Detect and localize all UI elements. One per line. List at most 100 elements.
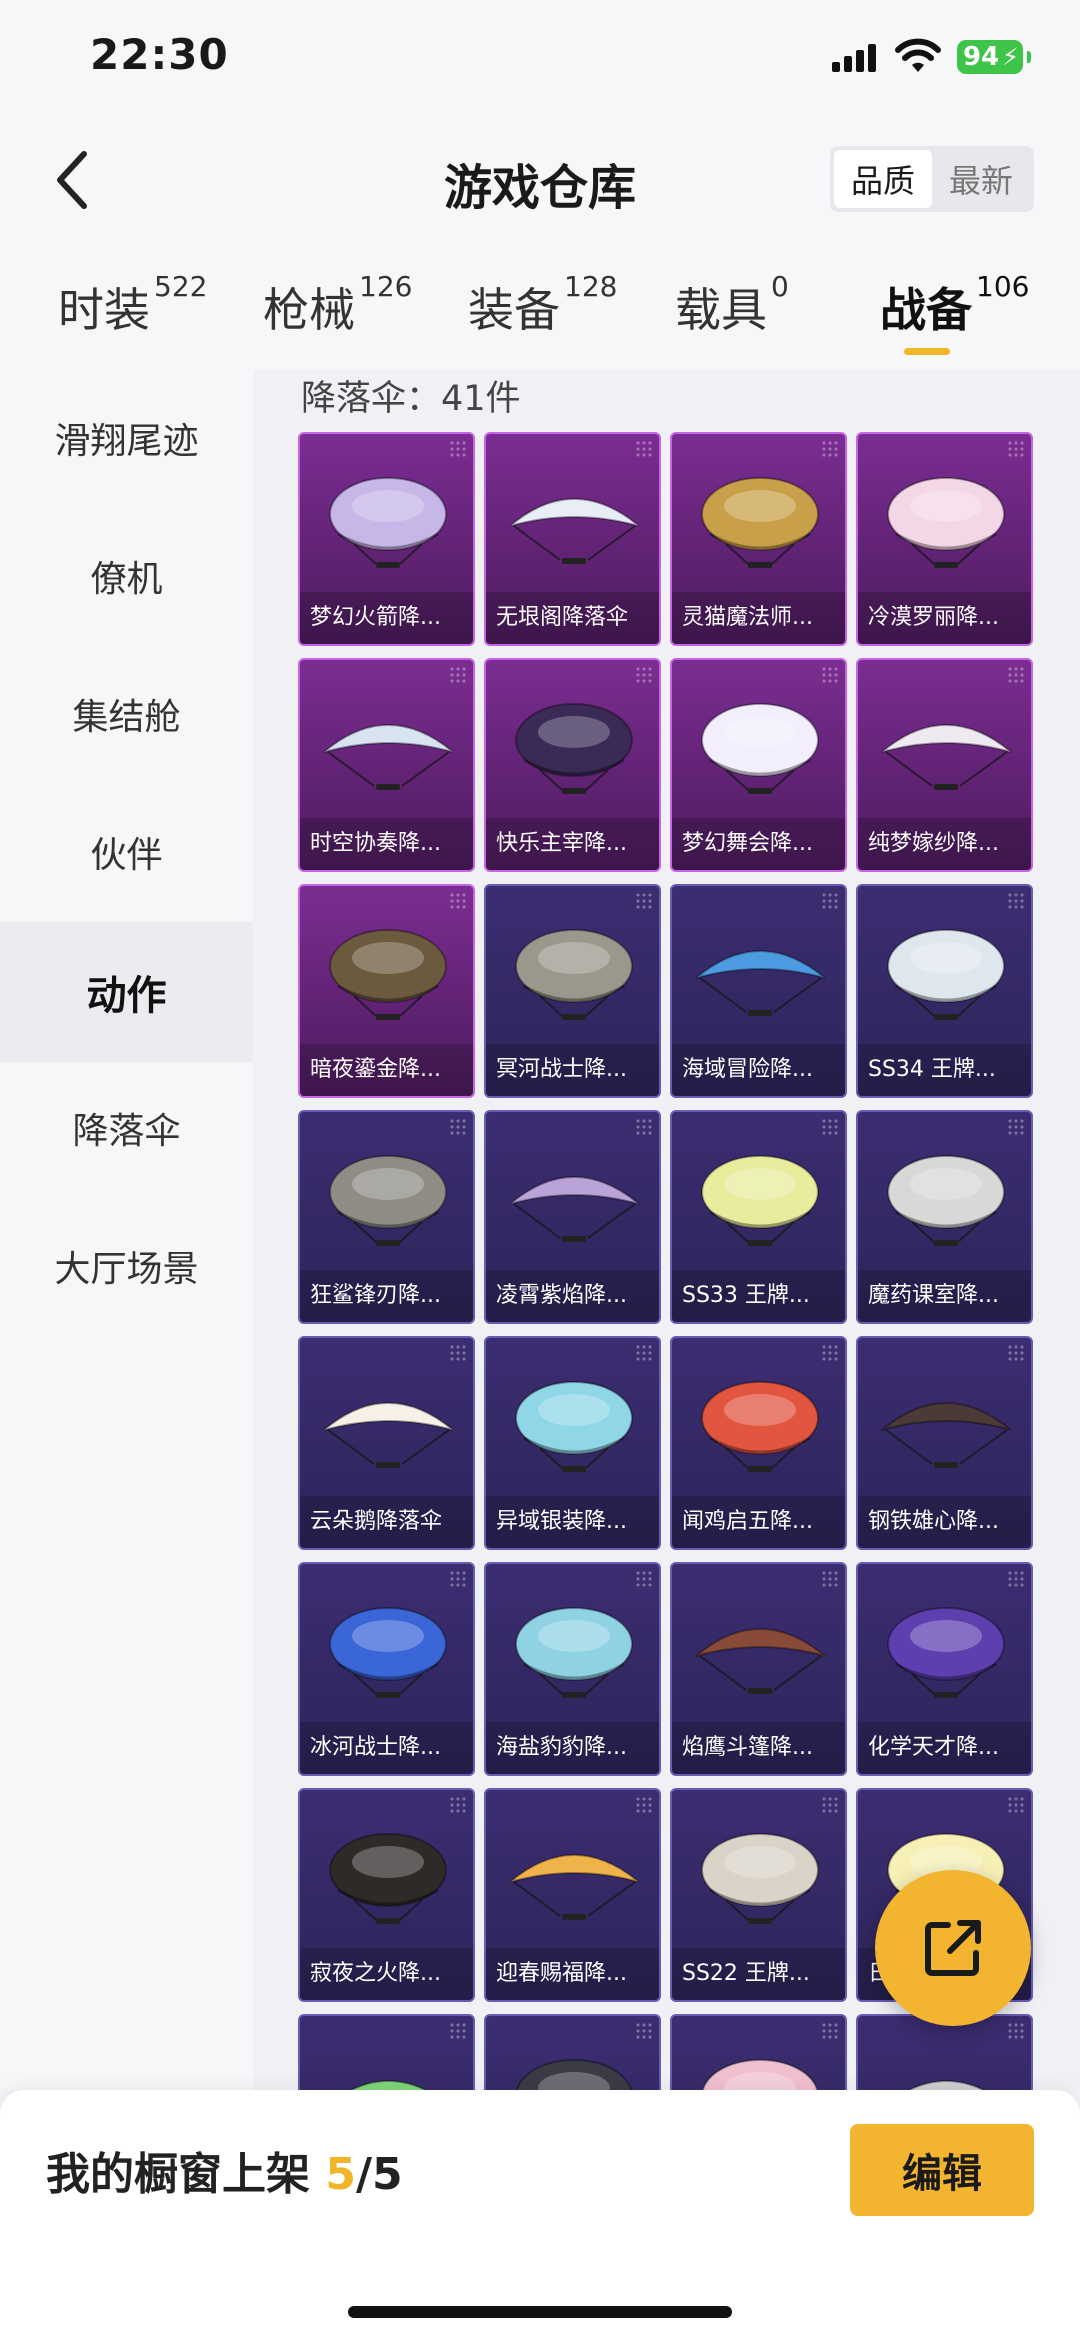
charging-bolt-icon: ⚡ xyxy=(1002,43,1019,71)
parachute-card[interactable]: 快乐主宰降... xyxy=(484,658,661,872)
parachute-icon xyxy=(701,1381,819,1472)
header: 游戏仓库 品质 最新 xyxy=(0,120,1080,240)
tab-fashion[interactable]: 时装 522 xyxy=(58,270,207,340)
parachute-card-name: 无垠阁降落伞 xyxy=(486,592,659,644)
item-content-area[interactable]: 降落伞：41件 梦幻火箭降... 无垠阁降落伞 灵猫魔法师... 冷漠罗丽降... 时空… xyxy=(253,370,1080,2090)
parachute-card[interactable]: 魔药课室降... xyxy=(856,1110,1033,1324)
bottom-bar: 我的橱窗上架 5/5 编辑 xyxy=(0,2090,1080,2339)
parachute-card[interactable]: 冰河战士降... xyxy=(298,1562,475,1776)
parachute-card[interactable]: 云朵鹅降落伞 xyxy=(298,1336,475,1550)
parachute-card[interactable]: 凌霄紫焰降... xyxy=(484,1110,661,1324)
sort-by-quality[interactable]: 品质 xyxy=(834,150,932,208)
parachute-card-name: 纯梦嫁纱降... xyxy=(858,818,1031,870)
parachute-card[interactable]: SS22 王牌... xyxy=(670,1788,847,2002)
sidebar-item-parachute[interactable]: 降落伞 xyxy=(0,1082,253,1174)
parachute-card[interactable]: SS34 王牌... xyxy=(856,884,1033,1098)
tab-label: 时装 xyxy=(58,283,150,337)
parachute-card[interactable]: 梦幻舞会降... xyxy=(670,658,847,872)
tab-firearms[interactable]: 枪械 126 xyxy=(263,270,412,340)
parachute-card[interactable]: 冷漠罗丽降... xyxy=(856,432,1033,646)
sort-by-newest[interactable]: 最新 xyxy=(932,150,1030,208)
card-corner-decoration xyxy=(635,1344,653,1362)
parachute-card[interactable]: 无垠阁降落伞 xyxy=(484,432,661,646)
tab-readiness[interactable]: 战备 106 xyxy=(880,270,1029,340)
parachute-icon xyxy=(515,2059,633,2090)
parachute-card[interactable]: 闻鸡启五降... xyxy=(670,1336,847,1550)
parachute-card-name: 云朵鹅降落伞 xyxy=(300,1496,473,1548)
sidebar-item-wingman[interactable]: 僚机 xyxy=(0,530,253,622)
tab-count: 522 xyxy=(154,270,208,303)
card-corner-decoration xyxy=(1007,2022,1025,2040)
sidebar-item-partner[interactable]: 伙伴 xyxy=(0,806,253,898)
tab-equipment[interactable]: 装备 128 xyxy=(468,270,617,340)
parachute-card[interactable]: 迎春赐福降... xyxy=(484,1788,661,2002)
card-corner-decoration xyxy=(821,666,839,684)
parachute-card-name: SS34 王牌... xyxy=(858,1044,1031,1096)
card-corner-decoration xyxy=(449,1118,467,1136)
tab-label: 装备 xyxy=(468,283,560,337)
status-time: 22:30 xyxy=(90,30,229,79)
parachute-card[interactable]: 梦幻火箭降... xyxy=(298,432,475,646)
parachute-icon xyxy=(515,703,633,794)
parachute-card[interactable]: 海盐豹豹降... xyxy=(484,1562,661,1776)
share-button[interactable] xyxy=(875,1870,1031,2026)
card-corner-decoration xyxy=(449,2022,467,2040)
card-corner-decoration xyxy=(821,892,839,910)
parachute-card[interactable]: 纯梦嫁纱降... xyxy=(856,658,1033,872)
category-tabs: 时装 522 枪械 126 装备 128 载具 0 战备 106 xyxy=(0,240,1080,370)
parachute-card-name: 狂鲨锋刃降... xyxy=(300,1270,473,1322)
card-corner-decoration xyxy=(821,1344,839,1362)
parachute-card-name: 灵猫魔法师... xyxy=(672,592,845,644)
parachute-card[interactable]: 冥河战士降... xyxy=(484,884,661,1098)
wifi-icon xyxy=(895,38,941,72)
card-corner-decoration xyxy=(449,1570,467,1588)
parachute-icon xyxy=(515,1607,633,1698)
card-corner-decoration xyxy=(635,440,653,458)
battery-level: 94 xyxy=(963,42,1000,72)
parachute-card-name: 化学天才降... xyxy=(858,1722,1031,1774)
active-tab-indicator xyxy=(904,348,950,355)
parachute-card-name: 梦幻火箭降... xyxy=(300,592,473,644)
card-corner-decoration xyxy=(821,1796,839,1814)
parachute-card[interactable]: 寂夜之火降... xyxy=(298,1788,475,2002)
parachute-icon xyxy=(701,703,819,794)
sidebar-item-glide-trail[interactable]: 滑翔尾迹 xyxy=(0,392,253,484)
card-corner-decoration xyxy=(449,892,467,910)
parachute-card[interactable]: 异域银装降... xyxy=(484,1336,661,1550)
parachute-card[interactable]: 灵猫魔法师... xyxy=(670,432,847,646)
parachute-icon xyxy=(701,477,819,568)
parachute-card[interactable]: SS33 王牌... xyxy=(670,1110,847,1324)
parachute-card[interactable]: 狂鲨锋刃降... xyxy=(298,1110,475,1324)
parachute-card-name: 冰河战士降... xyxy=(300,1722,473,1774)
parachute-card[interactable]: 海域冒险降... xyxy=(670,884,847,1098)
parachute-icon xyxy=(887,1607,1005,1698)
tab-count: 126 xyxy=(359,270,413,303)
parachute-card[interactable]: 时空协奏降... xyxy=(298,658,475,872)
parachute-card[interactable] xyxy=(670,2014,847,2090)
parachute-card[interactable]: 钢铁雄心降... xyxy=(856,1336,1033,1550)
parachute-card[interactable]: 焰鹰斗篷降... xyxy=(670,1562,847,1776)
card-corner-decoration xyxy=(635,2022,653,2040)
tab-vehicles[interactable]: 载具 0 xyxy=(675,270,789,340)
battery-indicator: 94 ⚡ xyxy=(957,40,1031,74)
card-corner-decoration xyxy=(821,2022,839,2040)
parachute-card[interactable]: 暗夜鎏金降... xyxy=(298,884,475,1098)
card-corner-decoration xyxy=(635,666,653,684)
card-corner-decoration xyxy=(449,1344,467,1362)
parachute-card[interactable] xyxy=(298,2014,475,2090)
sidebar-item-action[interactable]: 动作 xyxy=(0,922,253,1062)
parachute-card-name: 海域冒险降... xyxy=(672,1044,845,1096)
parachute-icon xyxy=(881,1402,1012,1468)
parachute-card[interactable] xyxy=(484,2014,661,2090)
parachute-card-name: 冥河战士降... xyxy=(486,1044,659,1096)
card-corner-decoration xyxy=(635,1118,653,1136)
parachute-icon xyxy=(701,1155,819,1246)
home-indicator xyxy=(348,2306,732,2318)
sidebar: 滑翔尾迹 僚机 集结舱 伙伴 动作 降落伞 大厅场景 xyxy=(0,370,253,2090)
parachute-card-name: 寂夜之火降... xyxy=(300,1948,473,2000)
sidebar-item-assembly-pod[interactable]: 集结舱 xyxy=(0,668,253,760)
edit-button[interactable]: 编辑 xyxy=(850,2124,1034,2216)
parachute-icon xyxy=(323,724,454,790)
parachute-card[interactable]: 化学天才降... xyxy=(856,1562,1033,1776)
sidebar-item-lobby-scene[interactable]: 大厅场景 xyxy=(0,1220,253,1312)
